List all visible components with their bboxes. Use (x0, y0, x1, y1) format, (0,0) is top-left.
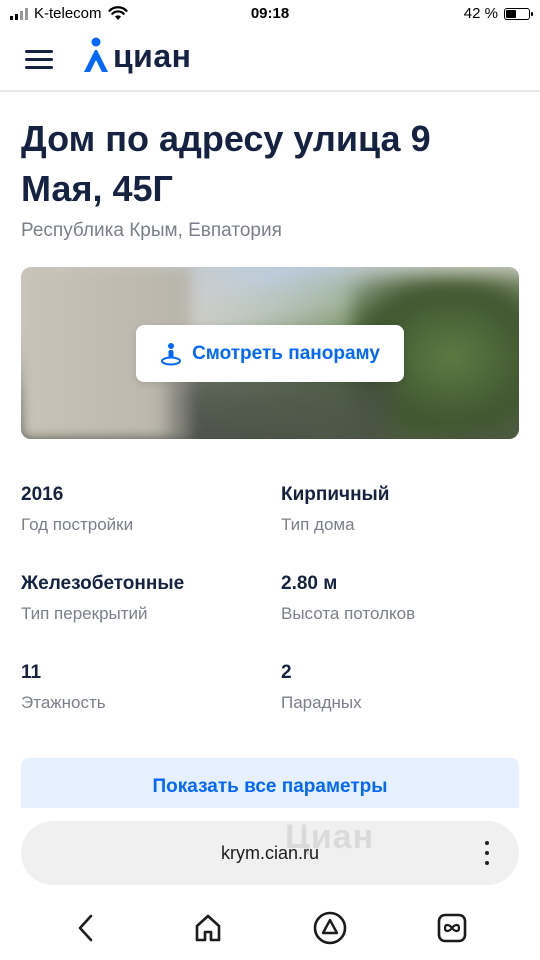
back-icon[interactable] (68, 910, 104, 946)
param-label: Год постройки (21, 515, 134, 534)
address-bar[interactable]: krym.cian.ru (21, 821, 519, 885)
battery-percent: 42 % (463, 5, 498, 22)
param-value: 2 (281, 662, 292, 683)
panorama-preview[interactable]: Смотреть панораму (21, 267, 519, 439)
cian-logo-icon (84, 37, 108, 72)
battery-fill (506, 9, 517, 18)
param-label: Тип перекрытий (21, 604, 148, 623)
param-label: Этажность (21, 693, 106, 712)
status-time: 09:18 (250, 5, 290, 22)
show-all-params-label: Показать все параметры (152, 776, 388, 797)
browser-bottom-bar: krym.cian.ru Циан (0, 808, 540, 960)
param-label: Парадных (281, 693, 362, 712)
param-value: 2016 (21, 484, 64, 505)
battery-icon (504, 7, 533, 20)
status-right: 42 % (463, 5, 533, 22)
location-subtitle: Республика Крым, Евпатория (21, 220, 282, 241)
param-floors: 11 Этажность (21, 660, 261, 716)
url-text: krym.cian.ru (220, 842, 319, 863)
param-label: Высота потолков (281, 604, 416, 623)
param-value: 2.80 м (281, 573, 338, 594)
view-panorama-button[interactable]: Смотреть панораму (136, 325, 404, 382)
site-header: циан (0, 30, 540, 92)
param-value: Железобетонные (21, 573, 185, 594)
param-value: Кирпичный (281, 484, 390, 505)
alice-icon[interactable] (312, 910, 348, 946)
param-year: 2016 Год постройки (21, 482, 261, 538)
logo-text: циан (113, 37, 192, 74)
panorama-person-icon (161, 342, 182, 365)
panorama-road-blur (171, 377, 391, 439)
tabs-icon[interactable] (434, 910, 470, 946)
param-floor-type: Железобетонные Тип перекрытий (21, 571, 261, 627)
view-panorama-label: Смотреть панораму (192, 342, 380, 364)
param-label: Тип дома (281, 515, 355, 534)
status-bar: K-telecom 09:18 42 % (0, 0, 540, 30)
param-value: 11 (21, 662, 42, 683)
page-title: Дом по адресу улица 9 Мая, 45Г (21, 118, 431, 209)
menu-icon[interactable] (25, 48, 53, 70)
param-ceiling-height: 2.80 м Высота потолков (281, 571, 521, 627)
cian-logo[interactable]: циан (82, 36, 191, 76)
home-icon[interactable] (190, 910, 226, 946)
more-menu-icon[interactable] (477, 841, 497, 865)
param-entrances: 2 Парадных (281, 660, 521, 716)
param-house-type: Кирпичный Тип дома (281, 482, 521, 538)
